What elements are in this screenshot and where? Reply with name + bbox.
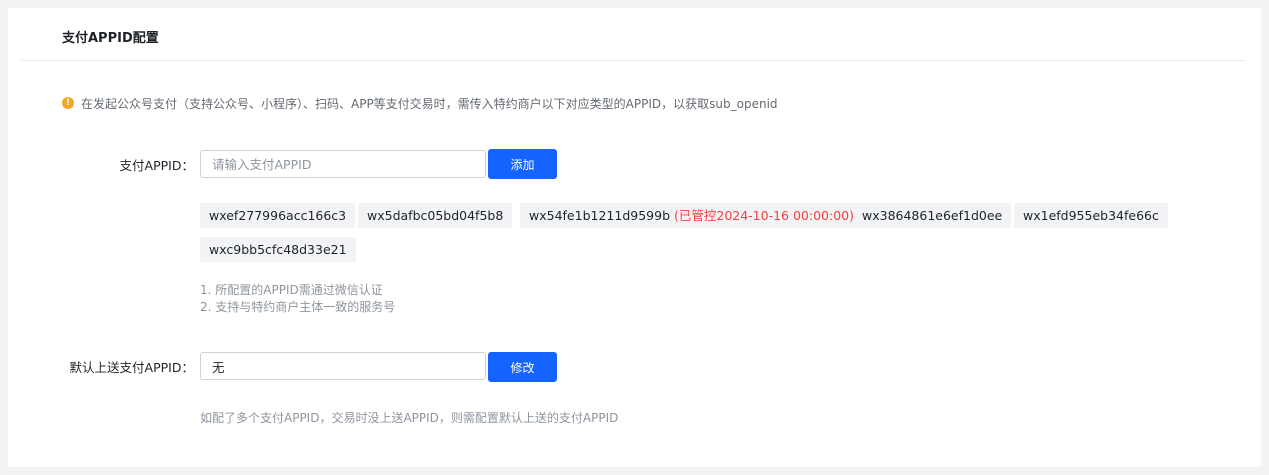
appid-input[interactable]	[200, 150, 486, 178]
add-appid-button[interactable]: 添加	[488, 149, 557, 179]
appid-tag-value: wx1efd955eb34fe66c	[1023, 208, 1159, 223]
appid-tag: wx3864861e6ef1d0ee	[853, 203, 1012, 228]
appid-tag: wxc9bb5cfc48d33e21	[200, 237, 356, 262]
appid-tag-value: wx5dafbc05bd04f5b8	[367, 208, 504, 223]
appid-rule-item: 1. 所配置的APPID需通过微信认证	[200, 283, 383, 297]
default-appid-field-label: 默认上送支付APPID：	[69, 360, 194, 375]
warning-circle-icon: !	[62, 97, 74, 109]
notice-text: 在发起公众号支付（支持公众号、小程序）、扫码、APP等支付交易时，需传入特约商户…	[81, 96, 778, 111]
appid-tag-value: wx54fe1b1211d9599b	[529, 208, 670, 223]
appid-tag-value: wx3864861e6ef1d0ee	[862, 208, 1003, 223]
appid-tag-managed-status: (已管控2024-10-16 00:00:00)	[673, 208, 854, 223]
modify-default-appid-button[interactable]: 修改	[488, 352, 557, 382]
appid-field-label: 支付APPID：	[119, 158, 194, 173]
card-title: 支付APPID配置	[62, 31, 159, 46]
appid-tag: wx54fe1b1211d9599b (已管控2024-10-16 00:00:…	[520, 203, 863, 228]
title-divider	[21, 60, 1245, 61]
appid-tag-value: wxef277996acc166c3	[209, 208, 347, 223]
appid-rules: 1. 所配置的APPID需通过微信认证 2. 支持与特约商户主体一致的服务号	[200, 282, 395, 316]
default-appid-input[interactable]	[200, 352, 486, 380]
appid-tag-value: wxc9bb5cfc48d33e21	[209, 242, 347, 257]
appid-tag: wx5dafbc05bd04f5b8	[358, 203, 513, 228]
default-appid-hint: 如配了多个支付APPID，交易时没上送APPID，则需配置默认上送的支付APPI…	[200, 411, 619, 425]
appid-tag: wx1efd955eb34fe66c	[1014, 203, 1168, 228]
appid-tag: wxef277996acc166c3	[200, 203, 356, 228]
appid-rule-item: 2. 支持与特约商户主体一致的服务号	[200, 300, 396, 314]
notice-banner: ! 在发起公众号支付（支持公众号、小程序）、扫码、APP等支付交易时，需传入特约…	[62, 94, 778, 112]
appid-config-card: 支付APPID配置 ! 在发起公众号支付（支持公众号、小程序）、扫码、APP等支…	[8, 8, 1261, 467]
